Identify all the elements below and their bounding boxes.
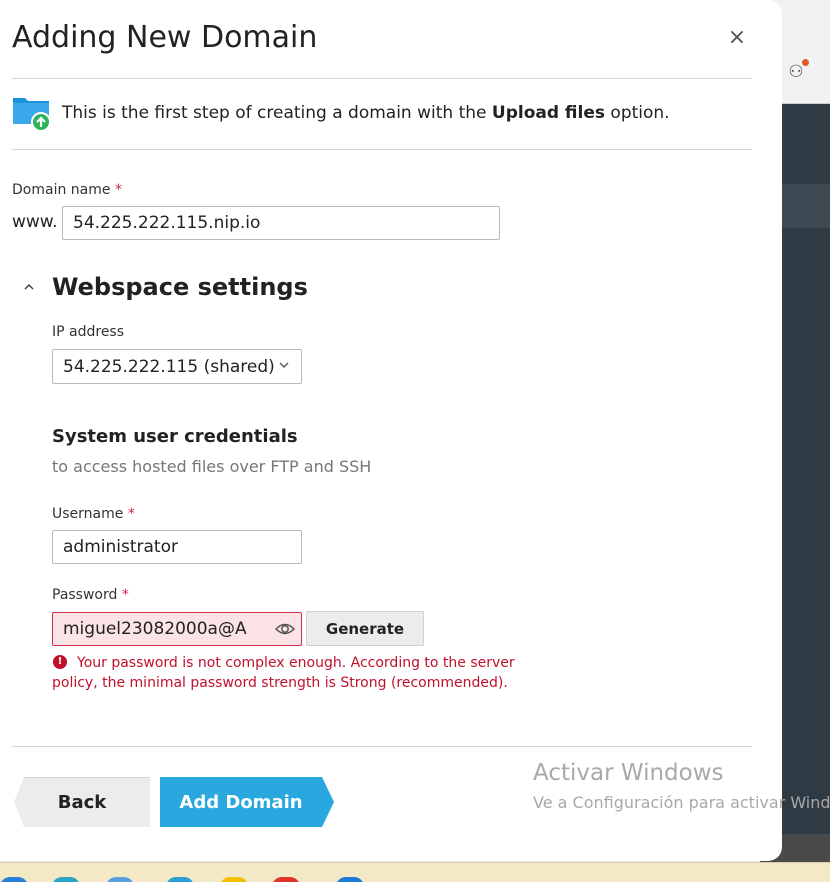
- dialog-title: Adding New Domain: [12, 20, 318, 55]
- folder-upload-icon: [13, 98, 51, 132]
- divider: [12, 78, 752, 79]
- ip-address-label: IP address: [52, 324, 125, 340]
- intro-prefix: This is the first step of creating a dom…: [62, 103, 492, 123]
- intro-text: This is the first step of creating a dom…: [62, 103, 670, 123]
- add-domain-button[interactable]: Add Domain: [160, 777, 334, 827]
- credentials-description: to access hosted files over FTP and SSH: [52, 457, 372, 476]
- password-input[interactable]: miguel23082000a@A: [52, 612, 302, 646]
- windows-activation-subtitle: Ve a Configuración para activar Windo: [533, 793, 830, 812]
- chevron-down-icon: [279, 362, 289, 368]
- ip-address-select[interactable]: 54.225.222.115 (shared): [52, 349, 302, 384]
- password-error-message: Your password is not complex enough. Acc…: [52, 655, 515, 691]
- password-label: Password *: [52, 587, 129, 603]
- notification-dot: [802, 59, 809, 66]
- intro-option: Upload files: [491, 103, 606, 123]
- eye-icon[interactable]: [274, 619, 296, 639]
- required-mark: *: [121, 587, 129, 603]
- collapse-chevron-icon[interactable]: [22, 280, 38, 296]
- required-mark: *: [127, 506, 135, 522]
- intro-suffix: option.: [605, 103, 670, 123]
- close-icon[interactable]: ×: [726, 27, 748, 49]
- username-input[interactable]: administrator: [52, 530, 302, 564]
- webspace-settings-title[interactable]: Webspace settings: [52, 273, 308, 301]
- www-prefix: www.: [12, 212, 58, 232]
- username-label: Username *: [52, 506, 135, 522]
- divider: [12, 746, 752, 747]
- ip-address-value: 54.225.222.115 (shared): [63, 356, 275, 377]
- required-mark: *: [114, 182, 122, 198]
- domain-name-label: Domain name *: [12, 182, 122, 198]
- generate-button[interactable]: Generate: [306, 611, 424, 646]
- back-button[interactable]: Back: [14, 777, 150, 827]
- add-domain-dialog: Adding New Domain × This is the first st…: [0, 0, 782, 861]
- credentials-title: System user credentials: [52, 426, 298, 447]
- domain-name-input[interactable]: 54.225.222.115.nip.io: [62, 206, 500, 240]
- divider: [12, 149, 752, 150]
- windows-activation-title: Activar Windows: [533, 760, 724, 786]
